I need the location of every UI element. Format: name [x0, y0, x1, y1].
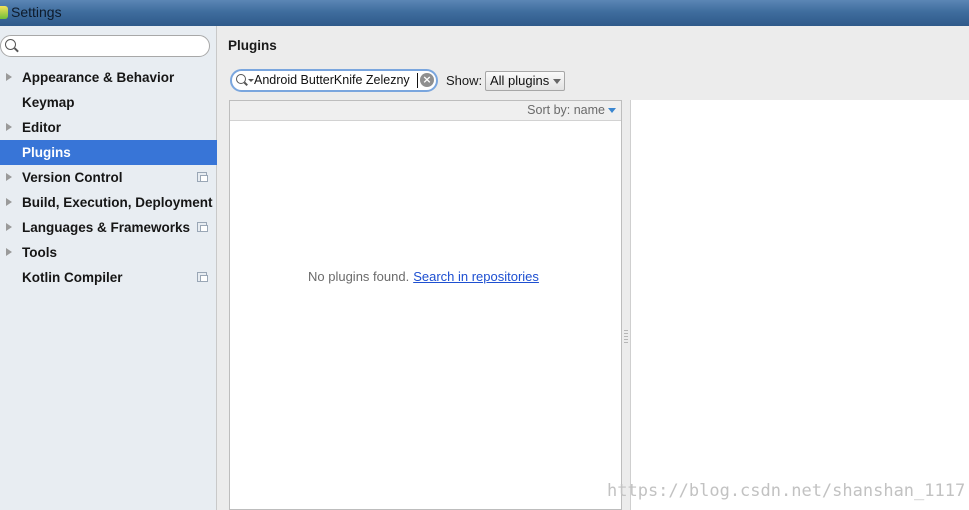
expand-arrow-icon[interactable] [6, 123, 12, 131]
search-in-repositories-link[interactable]: Search in repositories [413, 269, 539, 284]
sort-by-label[interactable]: Sort by: name [527, 103, 605, 117]
sidebar-item-plugins[interactable]: Plugins [0, 140, 217, 165]
sidebar-item-languages-frameworks[interactable]: Languages & Frameworks [0, 215, 217, 240]
show-dropdown-value: All plugins [490, 73, 550, 88]
sidebar-item-build-execution-deployment[interactable]: Build, Execution, Deployment [0, 190, 217, 215]
sidebar-item-tools[interactable]: Tools [0, 240, 217, 265]
show-dropdown[interactable]: All plugins [485, 71, 565, 91]
sidebar-item-label: Appearance & Behavior [22, 70, 175, 85]
sidebar-item-editor[interactable]: Editor [0, 115, 217, 140]
sidebar-item-label: Plugins [22, 145, 71, 160]
sidebar-item-appearance-behavior[interactable]: Appearance & Behavior [0, 65, 217, 90]
sidebar-item-keymap[interactable]: Keymap [0, 90, 217, 115]
sidebar-item-label: Editor [22, 120, 61, 135]
plugin-list: Sort by: name No plugins found. Search in… [229, 100, 622, 510]
sidebar-item-label: Languages & Frameworks [22, 220, 191, 235]
sidebar-item-label: Keymap [22, 95, 75, 110]
settings-search-input[interactable] [0, 35, 210, 57]
chevron-down-icon [553, 79, 561, 84]
expand-arrow-icon[interactable] [6, 73, 12, 81]
sidebar-item-label: Version Control [22, 170, 123, 185]
watermark: https://blog.csdn.net/shanshan_1117 [607, 481, 966, 501]
empty-message: No plugins found. [308, 269, 410, 284]
title-bar: Settings [0, 0, 969, 26]
sidebar-item-label: Build, Execution, Deployment [22, 195, 213, 210]
text-cursor [417, 73, 418, 88]
filter-value: Android ButterKnife Zelezny [254, 73, 410, 87]
empty-state: No plugins found. Search in repositories [308, 269, 539, 284]
show-label: Show: [446, 73, 483, 88]
clear-icon[interactable]: × [420, 73, 434, 87]
project-settings-icon [197, 272, 208, 282]
search-icon[interactable] [236, 74, 246, 84]
sort-arrow-icon[interactable] [608, 108, 616, 113]
project-settings-icon [197, 222, 208, 232]
expand-arrow-icon[interactable] [6, 223, 12, 231]
project-settings-icon [197, 172, 208, 182]
sort-bar[interactable]: Sort by: name [230, 101, 621, 121]
splitter-grip-icon[interactable] [624, 330, 628, 344]
plugins-page: Plugins Android ButterKnife Zelezny × Sh… [218, 26, 969, 510]
settings-sidebar: Appearance & Behavior Keymap Editor Plugins… [0, 26, 217, 510]
app-icon [0, 6, 8, 19]
expand-arrow-icon[interactable] [6, 248, 12, 256]
expand-arrow-icon[interactable] [6, 173, 12, 181]
sidebar-item-version-control[interactable]: Version Control [0, 165, 217, 190]
settings-tree: Appearance & Behavior Keymap Editor Plugins… [0, 65, 217, 290]
expand-arrow-icon[interactable] [6, 198, 12, 206]
sidebar-item-kotlin-compiler[interactable]: Kotlin Compiler [0, 265, 217, 290]
plugin-detail-panel [630, 100, 969, 510]
sidebar-item-label: Tools [22, 245, 57, 260]
page-title: Plugins [228, 38, 277, 53]
panel-splitter[interactable] [622, 100, 630, 510]
window-title: Settings [11, 4, 62, 20]
plugin-filter-input[interactable]: Android ButterKnife Zelezny × [230, 69, 438, 92]
sidebar-item-label: Kotlin Compiler [22, 270, 123, 285]
search-icon [5, 39, 16, 50]
